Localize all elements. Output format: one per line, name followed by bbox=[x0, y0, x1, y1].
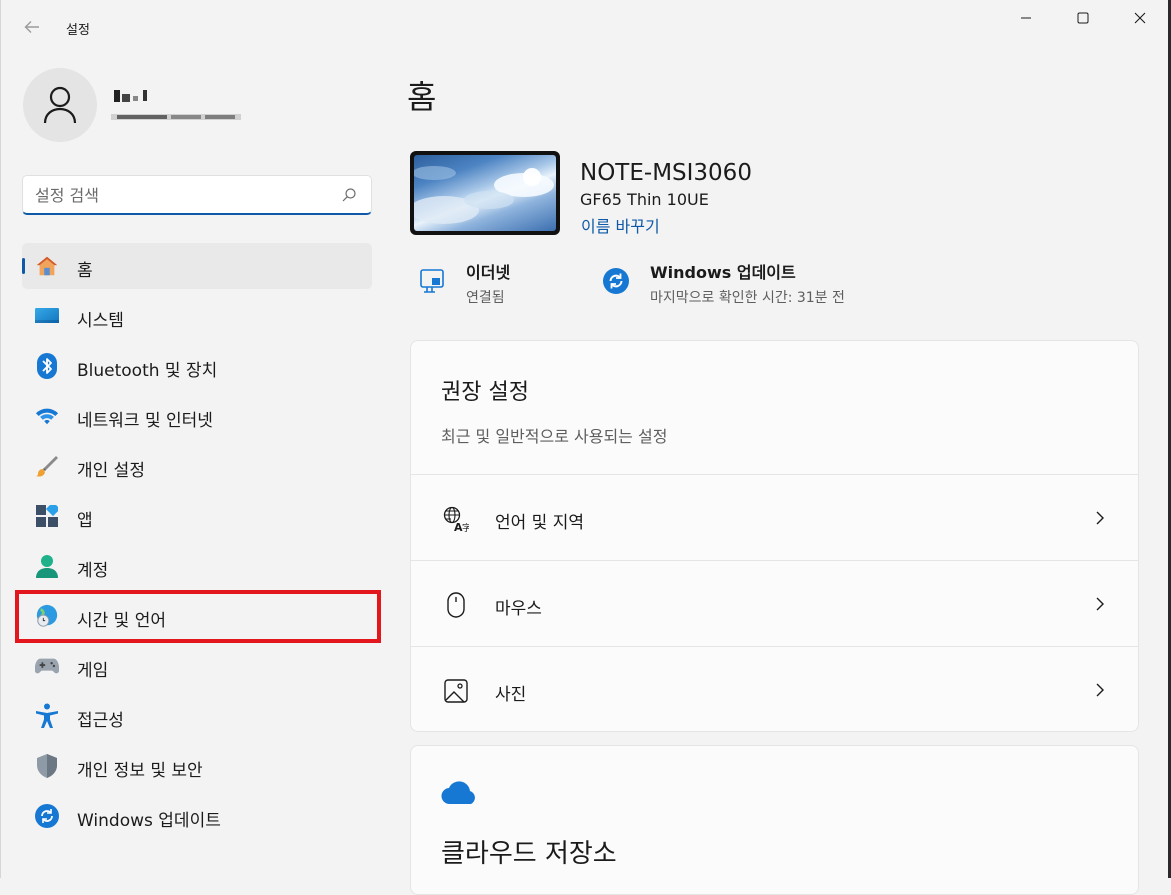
sidebar-item-system[interactable]: 시스템 bbox=[22, 293, 372, 339]
row-label: 언어 및 지역 bbox=[495, 513, 585, 533]
wifi-icon bbox=[35, 404, 59, 428]
recommended-row-photos[interactable]: 사진 bbox=[411, 646, 1138, 732]
back-arrow-icon[interactable] bbox=[23, 18, 43, 38]
device-wallpaper-image bbox=[410, 151, 560, 235]
status-subtitle: 연결됨 bbox=[466, 290, 505, 306]
card-title: 권장 설정 bbox=[441, 380, 529, 405]
svg-text:字: 字 bbox=[462, 522, 469, 532]
row-label: 마우스 bbox=[495, 599, 542, 619]
device-model: GF65 Thin 10UE bbox=[580, 190, 709, 209]
maximize-button[interactable] bbox=[1055, 0, 1111, 36]
status-title: 이더넷 bbox=[466, 263, 511, 282]
cloud-icon bbox=[441, 781, 475, 805]
recommended-row-mouse[interactable]: 마우스 bbox=[411, 560, 1138, 646]
title-bar: 설정 bbox=[1, 0, 1169, 56]
sidebar-item-accessibility[interactable]: 접근성 bbox=[22, 693, 372, 739]
sidebar-item-bluetooth[interactable]: Bluetooth 및 장치 bbox=[22, 343, 372, 389]
user-name-blurred bbox=[111, 88, 241, 120]
search-box[interactable] bbox=[22, 175, 372, 215]
sidebar-item-label: 네트워크 및 인터넷 bbox=[77, 411, 213, 431]
sidebar-item-label: 개인 정보 및 보안 bbox=[77, 761, 203, 781]
update-icon bbox=[35, 804, 59, 828]
cloud-storage-card: 클라우드 저장소 bbox=[410, 745, 1139, 895]
sidebar-item-label: 시스템 bbox=[77, 311, 124, 331]
avatar[interactable] bbox=[23, 68, 97, 142]
sidebar-item-label: 개인 설정 bbox=[77, 461, 145, 481]
system-icon bbox=[35, 304, 59, 328]
sidebar-item-accounts[interactable]: 계정 bbox=[22, 543, 372, 589]
sidebar-item-label: Bluetooth 및 장치 bbox=[77, 361, 218, 381]
home-icon bbox=[35, 254, 59, 278]
brush-icon bbox=[35, 454, 59, 478]
update-icon bbox=[603, 268, 629, 294]
sidebar-item-gaming[interactable]: 게임 bbox=[22, 643, 372, 689]
search-icon[interactable] bbox=[341, 187, 357, 203]
active-indicator bbox=[22, 258, 25, 274]
sidebar-item-label: 앱 bbox=[77, 511, 93, 531]
user-profile[interactable] bbox=[23, 68, 97, 142]
close-icon bbox=[1134, 12, 1146, 24]
highlight-box bbox=[15, 590, 381, 643]
sidebar-item-label: 홈 bbox=[77, 261, 93, 281]
status-subtitle: 마지막으로 확인한 시간: 31분 전 bbox=[650, 290, 845, 306]
sidebar-nav: 홈 시스템 Bluetooth 및 장치 네트워크 및 인터넷 개인 설정 앱 … bbox=[22, 243, 372, 843]
sidebar-item-windows-update[interactable]: Windows 업데이트 bbox=[22, 793, 372, 839]
card-subtitle: 최근 및 일반적으로 사용되는 설정 bbox=[441, 427, 668, 446]
page-title: 홈 bbox=[407, 78, 437, 116]
close-button[interactable] bbox=[1112, 0, 1168, 36]
search-input[interactable] bbox=[35, 184, 335, 206]
status-title: Windows 업데이트 bbox=[650, 263, 796, 282]
device-name: NOTE-MSI3060 bbox=[580, 160, 752, 186]
app-title: 설정 bbox=[66, 23, 90, 38]
bluetooth-icon bbox=[35, 353, 59, 379]
sidebar-item-apps[interactable]: 앱 bbox=[22, 493, 372, 539]
sidebar-item-network[interactable]: 네트워크 및 인터넷 bbox=[22, 393, 372, 439]
accessibility-icon bbox=[35, 703, 59, 728]
rename-link[interactable]: 이름 바꾸기 bbox=[581, 213, 660, 237]
chevron-right-icon bbox=[1096, 683, 1104, 697]
chevron-right-icon bbox=[1096, 597, 1104, 611]
sidebar-item-label: 계정 bbox=[77, 561, 109, 581]
sidebar-item-privacy[interactable]: 개인 정보 및 보안 bbox=[22, 743, 372, 789]
apps-icon bbox=[35, 504, 59, 528]
shield-icon bbox=[35, 754, 59, 778]
sidebar-item-home[interactable]: 홈 bbox=[22, 243, 372, 289]
minimize-icon bbox=[1021, 17, 1031, 19]
sidebar-item-label: 게임 bbox=[77, 661, 109, 681]
sidebar-item-personalization[interactable]: 개인 설정 bbox=[22, 443, 372, 489]
chevron-right-icon bbox=[1096, 511, 1104, 525]
ethernet-icon bbox=[420, 269, 444, 293]
sidebar-item-label: 접근성 bbox=[77, 711, 124, 731]
account-icon bbox=[35, 554, 59, 578]
minimize-button[interactable] bbox=[998, 0, 1054, 36]
gamepad-icon bbox=[35, 654, 59, 678]
mouse-icon bbox=[447, 592, 465, 618]
person-icon bbox=[43, 86, 77, 124]
recommended-row-language-region[interactable]: A 字 언어 및 지역 bbox=[411, 474, 1138, 560]
settings-window: 설정 설정 검색 홈 시스템 Bluetooth 및 장치 네트워크 및 인터넷… bbox=[0, 0, 1171, 895]
photo-icon bbox=[444, 679, 468, 703]
language-icon: A 字 bbox=[443, 506, 469, 532]
row-label: 사진 bbox=[495, 685, 527, 705]
card-title: 클라우드 저장소 bbox=[441, 839, 617, 869]
maximize-icon bbox=[1077, 12, 1089, 24]
recommended-settings-card: 권장 설정 최근 및 일반적으로 사용되는 설정 A 字 언어 및 지역 마우스 bbox=[410, 340, 1139, 732]
sidebar-item-label: Windows 업데이트 bbox=[77, 811, 221, 831]
